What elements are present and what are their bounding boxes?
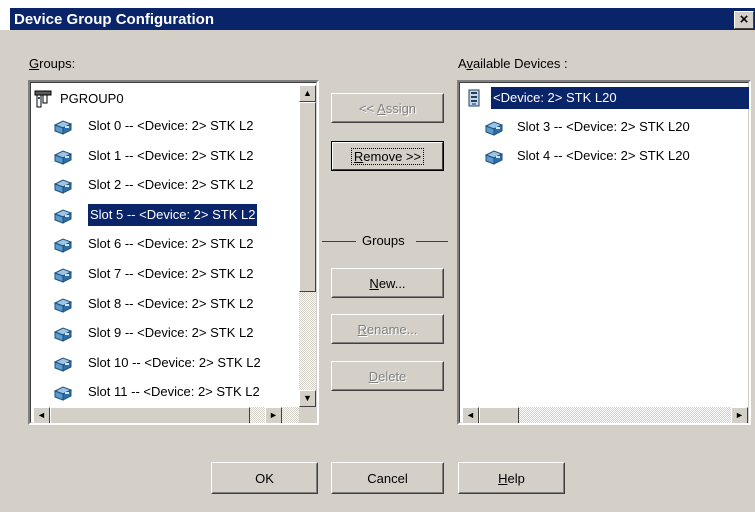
groups-label: Groups:	[29, 56, 76, 71]
group-slot-label: Slot 7 -- <Device: 2> STK L2	[88, 266, 254, 281]
devices-hscroll-thumb[interactable]	[479, 407, 519, 423]
group-root-label: PGROUP0	[60, 91, 124, 106]
scroll-right-arrow-icon[interactable]: ►	[265, 407, 282, 423]
group-slot-label: Slot 9 -- <Device: 2> STK L2	[88, 325, 254, 341]
group-slot-item[interactable]: Slot 5 -- <Device: 2> STK L2	[53, 203, 258, 226]
scroll-up-arrow-icon[interactable]: ▲	[299, 85, 316, 102]
tape-slot-icon	[53, 265, 73, 283]
device-root-item[interactable]: <Device: 2> STK L20	[463, 87, 749, 109]
groups-section-separator: Groups	[322, 232, 448, 250]
group-slot-label: Slot 10 -- <Device: 2> STK L2	[88, 354, 261, 370]
server-group-icon	[34, 89, 52, 108]
assign-button[interactable]: << Assign	[331, 93, 444, 123]
delete-group-button[interactable]: Delete	[331, 361, 444, 391]
groups-hscroll-thumb[interactable]	[50, 407, 250, 423]
groups-vertical-scrollbar[interactable]: ▲ ▼	[299, 85, 316, 407]
available-devices-tree[interactable]: <Device: 2> STK L20 Slot 3 -- <Device: 2>…	[457, 80, 751, 425]
group-slot-label: Slot 8 -- <Device: 2> STK L2	[88, 295, 254, 311]
scroll-down-arrow-icon[interactable]: ▼	[299, 390, 316, 407]
scroll-right-arrow-icon[interactable]: ►	[731, 407, 748, 423]
tape-slot-icon	[53, 324, 73, 342]
window-title: Device Group Configuration	[14, 11, 215, 28]
scroll-left-arrow-icon[interactable]: ◄	[462, 407, 479, 423]
rename-group-button[interactable]: Rename...	[331, 314, 444, 344]
tape-slot-icon	[53, 147, 73, 165]
group-slot-item[interactable]: Slot 6 -- <Device: 2> STK L2	[53, 233, 254, 255]
tape-slot-icon	[53, 206, 73, 224]
groups-horizontal-scrollbar[interactable]: ◄ ►	[33, 407, 299, 423]
group-slot-item[interactable]: Slot 10 -- <Device: 2> STK L2	[53, 352, 261, 374]
group-slot-item[interactable]: Slot 11 -- <Device: 2> STK L2	[53, 381, 260, 403]
group-slot-item[interactable]: Slot 2 -- <Device: 2> STK L2	[53, 174, 254, 196]
tape-slot-icon	[53, 354, 73, 372]
group-slot-item[interactable]: Slot 1 -- <Device: 2> STK L2	[53, 145, 254, 167]
group-slot-label: Slot 6 -- <Device: 2> STK L2	[88, 236, 254, 252]
tape-slot-icon	[53, 235, 73, 254]
ok-button[interactable]: OK	[211, 462, 318, 494]
group-root-item[interactable]: PGROUP0	[34, 88, 124, 110]
device-slot-item[interactable]: Slot 3 -- <Device: 2> STK L20	[484, 116, 690, 138]
group-slot-item[interactable]: Slot 9 -- <Device: 2> STK L2	[53, 322, 254, 344]
devices-horizontal-scrollbar[interactable]: ◄ ►	[462, 407, 748, 423]
tape-slot-icon	[53, 176, 73, 194]
groups-section-heading: Groups	[362, 233, 405, 248]
group-slot-item[interactable]: Slot 8 -- <Device: 2> STK L2	[53, 293, 254, 315]
device-slot-label: Slot 3 -- <Device: 2> STK L20	[517, 119, 690, 134]
device-root-label: <Device: 2> STK L20	[491, 87, 749, 109]
tape-slot-icon	[484, 147, 504, 165]
groups-scroll-thumb[interactable]	[299, 102, 316, 292]
close-button[interactable]: ×	[734, 11, 754, 29]
device-group-dialog: Device Group Configuration × Groups: PGR…	[0, 0, 755, 512]
device-tower-icon	[465, 89, 483, 107]
scroll-left-arrow-icon[interactable]: ◄	[33, 407, 50, 423]
device-slot-label: Slot 4 -- <Device: 2> STK L20	[517, 148, 690, 163]
close-icon: ×	[739, 11, 749, 28]
group-slot-item[interactable]: Slot 7 -- <Device: 2> STK L2	[53, 263, 254, 285]
group-slot-label: Slot 5 -- <Device: 2> STK L2	[88, 203, 258, 226]
cancel-button[interactable]: Cancel	[331, 462, 444, 494]
group-slot-label: Slot 0 -- <Device: 2> STK L2	[88, 118, 254, 133]
scroll-corner	[299, 407, 316, 423]
tape-slot-icon	[53, 383, 73, 402]
group-slot-label: Slot 1 -- <Device: 2> STK L2	[88, 147, 254, 163]
available-devices-label: Available Devices :	[458, 56, 568, 71]
groups-tree[interactable]: PGROUP0 Slot 0 -- <Device: 2> STK L2 Slot …	[28, 80, 319, 425]
title-bar: Device Group Configuration ×	[0, 0, 755, 30]
tape-slot-icon	[53, 295, 73, 313]
device-slot-item[interactable]: Slot 4 -- <Device: 2> STK L20	[484, 145, 690, 167]
group-slot-item[interactable]: Slot 0 -- <Device: 2> STK L2	[53, 115, 254, 137]
help-button[interactable]: Help	[458, 462, 565, 494]
group-slot-label: Slot 2 -- <Device: 2> STK L2	[88, 177, 254, 193]
remove-button[interactable]: Remove >>	[331, 141, 444, 171]
tape-slot-icon	[53, 117, 73, 135]
tape-slot-icon	[484, 118, 504, 136]
new-group-button[interactable]: New...	[331, 268, 444, 298]
group-slot-label: Slot 11 -- <Device: 2> STK L2	[88, 384, 260, 400]
